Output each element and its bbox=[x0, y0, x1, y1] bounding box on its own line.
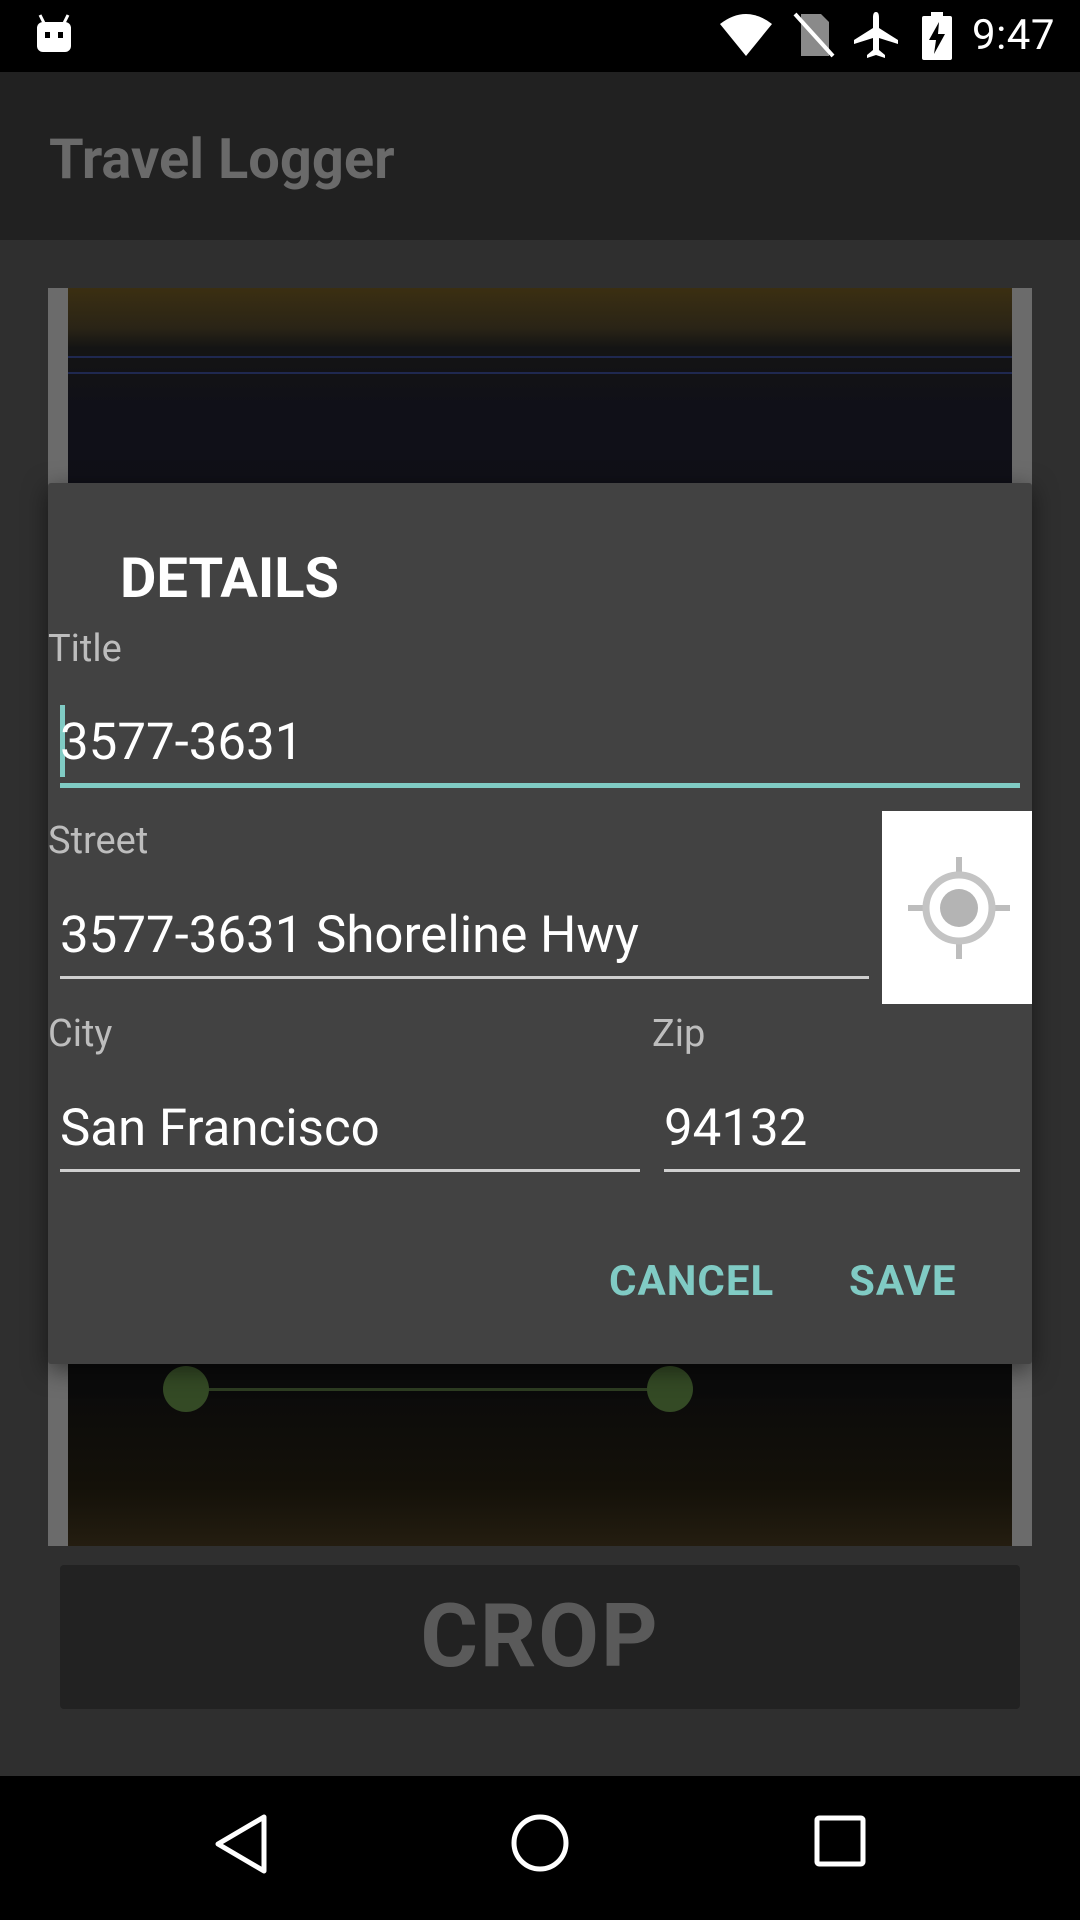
recents-icon[interactable] bbox=[812, 1813, 868, 1873]
home-icon[interactable] bbox=[510, 1813, 570, 1877]
app-title: Travel Logger bbox=[49, 126, 395, 192]
crop-handle-line bbox=[186, 1388, 670, 1391]
airplane-icon bbox=[852, 10, 900, 64]
android-icon bbox=[35, 14, 73, 58]
screen: 9:47 Travel Logger CROP DETAILS Title 35… bbox=[0, 0, 1080, 1920]
city-field[interactable]: San Francisco bbox=[60, 1098, 640, 1160]
city-label: City bbox=[48, 1012, 113, 1056]
title-field[interactable]: 3577-3631 bbox=[60, 712, 1020, 774]
my-location-icon bbox=[908, 857, 1010, 959]
wifi-icon bbox=[718, 12, 774, 62]
street-field-underline bbox=[60, 976, 869, 979]
crop-handle-left[interactable] bbox=[163, 1366, 209, 1412]
crop-button[interactable]: CROP bbox=[60, 1565, 1020, 1709]
title-label: Title bbox=[48, 627, 122, 671]
city-field-underline bbox=[60, 1169, 640, 1172]
street-field[interactable]: 3577-3631 Shoreline Hwy bbox=[60, 905, 869, 967]
zip-field[interactable]: 94132 bbox=[664, 1098, 1020, 1160]
street-label: Street bbox=[48, 819, 149, 863]
photo-detail-line bbox=[68, 356, 1012, 358]
navigation-bar bbox=[0, 1776, 1080, 1920]
crop-handle-right[interactable] bbox=[647, 1366, 693, 1412]
status-clock: 9:47 bbox=[972, 11, 1055, 60]
dialog-title: DETAILS bbox=[120, 545, 340, 611]
zip-field-underline bbox=[664, 1169, 1020, 1172]
back-icon[interactable] bbox=[212, 1813, 270, 1879]
title-field-underline bbox=[60, 783, 1020, 788]
status-bar: 9:47 bbox=[0, 0, 1080, 72]
photo-detail-line bbox=[68, 372, 1012, 374]
battery-charging-icon bbox=[921, 12, 953, 64]
no-sim-icon bbox=[793, 12, 835, 62]
save-button[interactable]: SAVE bbox=[849, 1256, 957, 1308]
zip-label: Zip bbox=[652, 1012, 706, 1056]
locate-button[interactable] bbox=[882, 811, 1032, 1004]
cancel-button[interactable]: CANCEL bbox=[609, 1256, 774, 1308]
